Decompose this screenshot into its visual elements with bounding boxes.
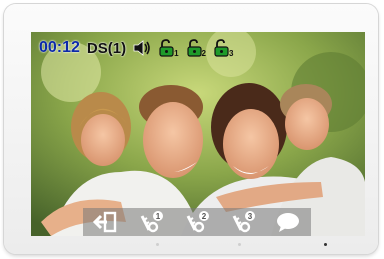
exit-icon	[92, 211, 116, 233]
monitor-device: 00:12 DS(1) 1 2 3 1 2 3	[4, 4, 378, 254]
status-bar: 00:12 DS(1) 1 2 3	[39, 38, 233, 58]
lock-number: 1	[174, 49, 179, 58]
unlock-number: 3	[247, 212, 252, 221]
control-toolbar: 1 2 3	[83, 208, 311, 236]
power-indicator	[324, 243, 327, 246]
lock-number: 3	[229, 49, 234, 58]
unlock-3-button[interactable]: 3	[225, 209, 261, 235]
unlock-number: 1	[156, 212, 161, 221]
key-icon: 2	[186, 211, 209, 233]
video-screen: 00:12 DS(1) 1 2 3 1 2 3	[31, 32, 365, 236]
unlock-2-button[interactable]: 2	[179, 209, 215, 235]
lock-2-status[interactable]: 2	[186, 39, 206, 58]
unlock-number: 2	[202, 212, 207, 221]
bezel-dot	[156, 243, 159, 246]
exit-button[interactable]	[88, 209, 124, 235]
door-station-label: DS(1)	[86, 39, 127, 57]
bezel-dot	[238, 243, 241, 246]
call-timer: 00:12	[39, 39, 80, 56]
intercom-button[interactable]	[270, 209, 306, 235]
lock-number: 2	[201, 49, 206, 58]
speaker-icon[interactable]	[133, 40, 151, 56]
unlock-1-button[interactable]: 1	[133, 209, 169, 235]
video-feed-image	[31, 32, 365, 236]
key-icon: 3	[232, 211, 255, 233]
chat-icon	[277, 213, 300, 232]
lock-3-status[interactable]: 3	[213, 39, 234, 58]
key-icon: 1	[141, 211, 164, 233]
lock-1-status[interactable]: 1	[158, 39, 179, 58]
